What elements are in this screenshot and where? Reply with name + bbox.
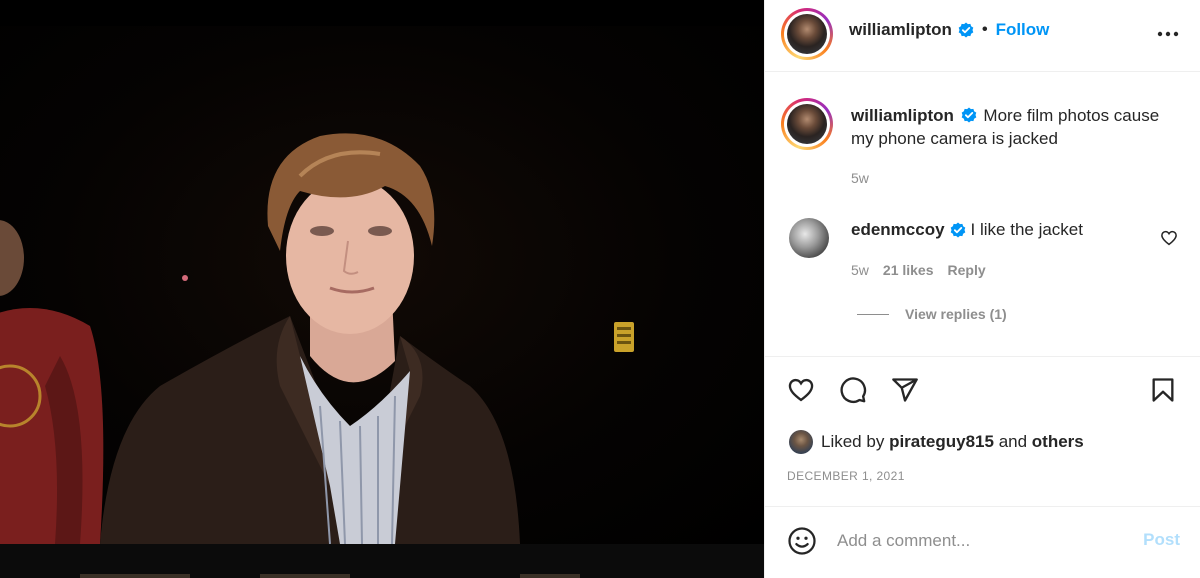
liked-by-and: and	[998, 432, 1028, 451]
comment-likes-count[interactable]: 21 likes	[883, 262, 934, 278]
caption-timestamp[interactable]: 5w	[851, 170, 869, 186]
comment-timestamp[interactable]: 5w	[851, 262, 869, 278]
liker-avatar[interactable]	[789, 430, 813, 454]
post-header: williamlipton • Follow	[765, 0, 1200, 72]
post-side-panel: williamlipton • Follow williamlipton Mor…	[764, 0, 1200, 578]
actions-divider	[765, 356, 1200, 357]
caption: williamlipton More film photos cause my …	[851, 104, 1171, 150]
view-replies-label: View replies (1)	[905, 306, 1007, 322]
heart-icon[interactable]	[787, 376, 815, 404]
caption-username[interactable]: williamlipton	[851, 106, 954, 125]
comment: edenmccoy I like the jacket	[851, 220, 1083, 240]
liked-by-prefix: Liked by	[821, 432, 885, 451]
liker-username[interactable]: pirateguy815	[889, 432, 994, 451]
commenter-avatar[interactable]	[789, 218, 829, 258]
comment-like-heart-icon[interactable]	[1160, 229, 1178, 247]
emoji-icon[interactable]	[787, 526, 817, 556]
view-replies-line	[857, 313, 889, 315]
comment-meta: 5w 21 likes Reply	[851, 262, 986, 278]
more-options-icon[interactable]	[1156, 22, 1180, 46]
reply-button[interactable]: Reply	[948, 262, 986, 278]
view-replies-button[interactable]: View replies (1)	[857, 306, 1007, 322]
post-date[interactable]: DECEMBER 1, 2021	[787, 469, 905, 483]
liked-by-others[interactable]: others	[1032, 432, 1084, 451]
separator-dot: •	[981, 21, 988, 38]
author-username[interactable]: williamlipton	[849, 20, 952, 40]
verified-badge-icon	[958, 22, 974, 38]
verified-badge-icon	[950, 222, 965, 238]
share-icon[interactable]	[891, 376, 919, 404]
verified-badge-icon	[961, 107, 976, 123]
post-photo[interactable]	[0, 26, 764, 544]
header-user-line: williamlipton • Follow	[849, 20, 1049, 40]
bookmark-icon[interactable]	[1149, 376, 1177, 404]
comment-text: I like the jacket	[970, 220, 1083, 239]
liked-by-row: Liked by pirateguy815 and others	[789, 430, 1084, 454]
comment-input[interactable]	[837, 528, 1127, 554]
photo-illustration	[0, 133, 634, 544]
author-avatar[interactable]	[781, 8, 833, 60]
post-comment-button[interactable]: Post	[1143, 530, 1180, 550]
photo-bottom-strip	[0, 544, 764, 578]
follow-button[interactable]: Follow	[996, 20, 1050, 40]
commenter-username[interactable]: edenmccoy	[851, 220, 945, 240]
comment-icon[interactable]	[839, 376, 867, 404]
post-photo-area	[0, 0, 764, 578]
comment-divider	[765, 506, 1200, 507]
caption-author-avatar[interactable]	[781, 98, 833, 150]
